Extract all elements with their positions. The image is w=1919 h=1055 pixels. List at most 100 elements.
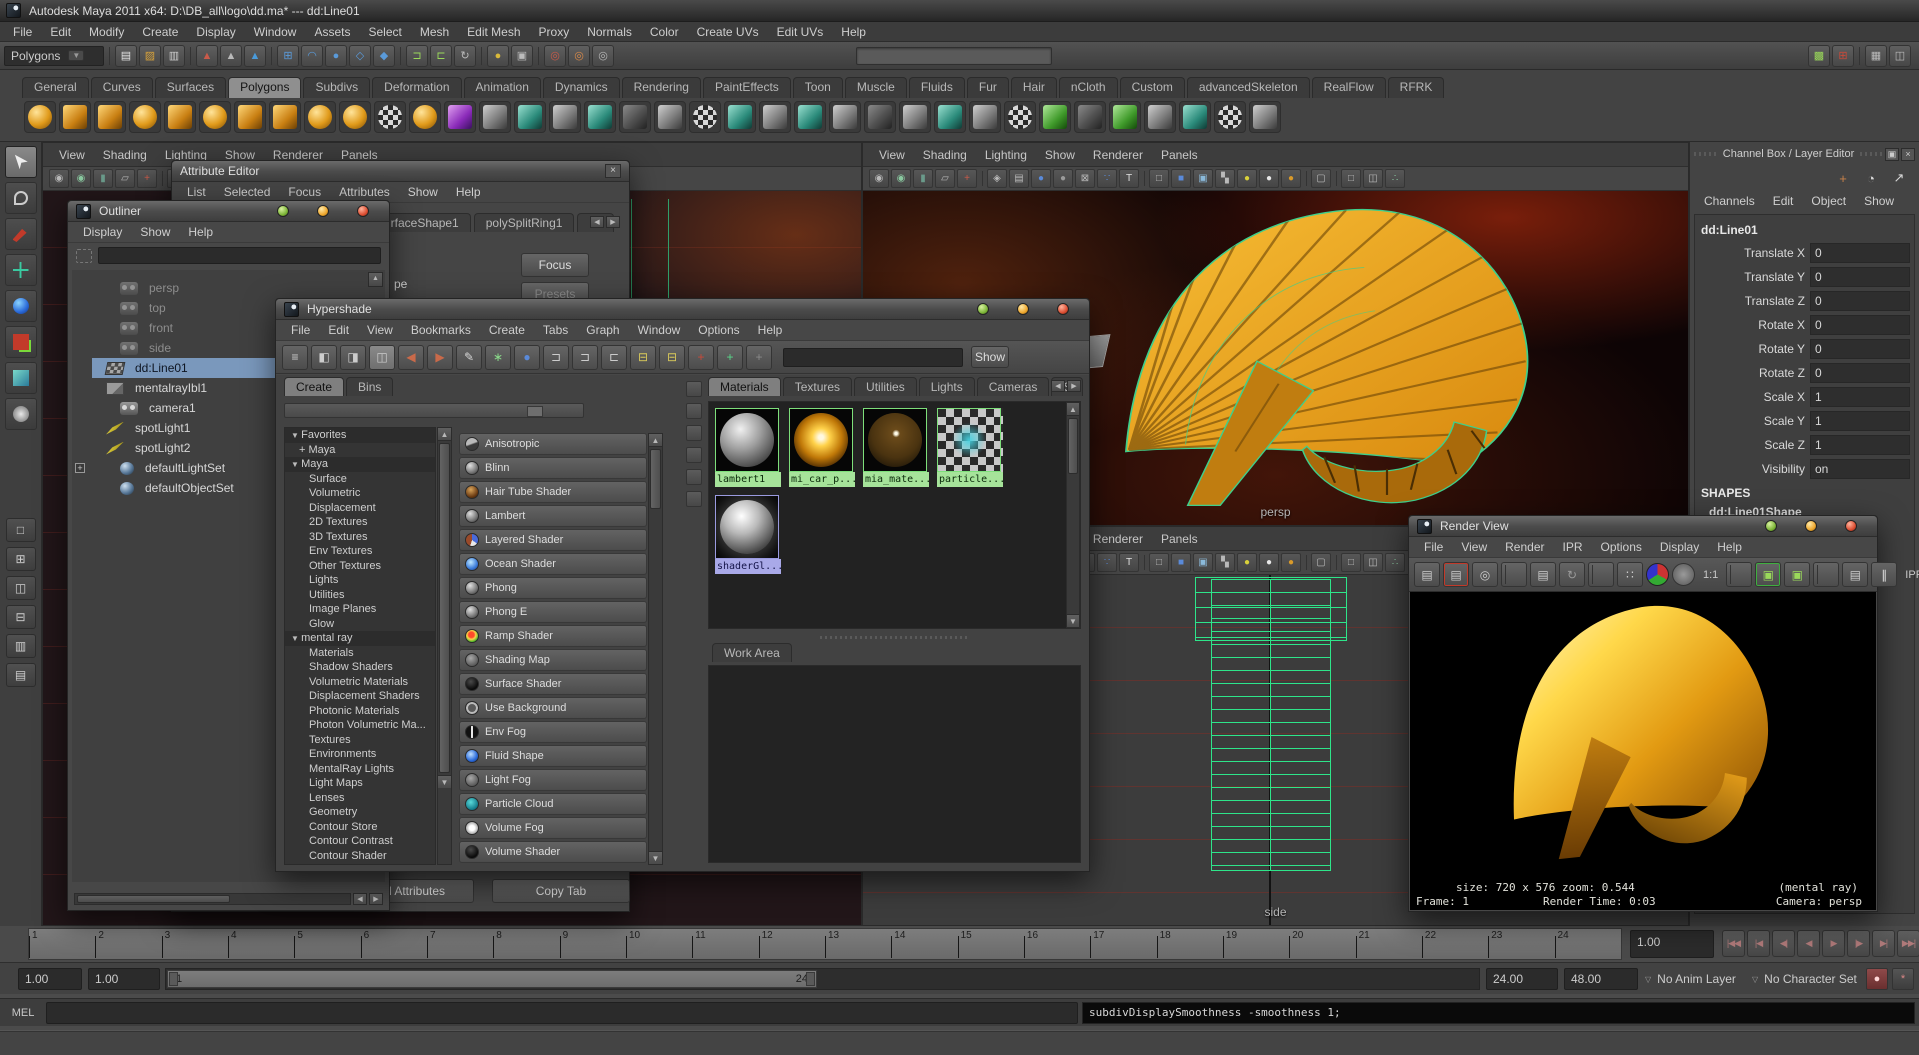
- material-category-tab[interactable]: Materials: [708, 377, 781, 396]
- scroll-up-icon[interactable]: ▲: [649, 434, 662, 447]
- snap-point-icon[interactable]: ●: [325, 45, 347, 67]
- attribute-editor-menu-item[interactable]: Focus: [279, 183, 330, 201]
- channel-box-menu-item[interactable]: Object: [1803, 192, 1854, 210]
- create-tree-item[interactable]: Glow: [285, 617, 435, 632]
- add-divisions-icon[interactable]: [1004, 101, 1036, 133]
- wireframe-icon[interactable]: □: [1149, 169, 1169, 188]
- current-time-field[interactable]: 1.00: [1630, 930, 1714, 958]
- shader-node-button[interactable]: Use Background: [459, 697, 647, 719]
- paint-select-tool[interactable]: [5, 218, 37, 250]
- new-scene-icon[interactable]: ▤: [115, 45, 137, 67]
- input-connections-icon[interactable]: ⊐: [406, 45, 428, 67]
- select-camera-icon[interactable]: ◉: [49, 169, 69, 188]
- swatch-scrollbar[interactable]: ▲ ▼: [1066, 402, 1080, 628]
- sep[interactable]: [979, 169, 985, 188]
- material-category-tab[interactable]: Cameras: [977, 377, 1050, 396]
- hypershade-menu-item[interactable]: File: [282, 321, 319, 339]
- channel-value-field[interactable]: 0: [1810, 315, 1910, 335]
- shader-node-button[interactable]: Particle Cloud: [459, 793, 647, 815]
- layout-split-icon[interactable]: ◫: [369, 345, 395, 370]
- layout-work-only-icon[interactable]: ◨: [340, 345, 366, 370]
- create-tree-item[interactable]: Env Textures: [285, 544, 435, 559]
- playback-end-field[interactable]: 24.00: [1486, 968, 1558, 990]
- shader-node-button[interactable]: Layered Shader: [459, 529, 647, 551]
- material-swatch[interactable]: particle...: [937, 408, 1003, 487]
- ipr-render-icon[interactable]: ◎: [568, 45, 590, 67]
- create-tree-item[interactable]: Lights: [285, 573, 435, 588]
- pin-selected-icon[interactable]: +: [688, 345, 714, 370]
- close-icon[interactable]: ×: [1901, 148, 1915, 161]
- render-view-menu-item[interactable]: Help: [1708, 538, 1751, 556]
- create-bar-filter-dropdown[interactable]: [284, 403, 584, 418]
- shelf-tab[interactable]: Hair: [1011, 77, 1057, 98]
- numeric-input-field[interactable]: [856, 47, 1052, 65]
- default-light-icon[interactable]: ●: [1259, 169, 1279, 188]
- viewport-menu-item[interactable]: View: [51, 147, 93, 163]
- hypershade-menu-item[interactable]: Help: [749, 321, 792, 339]
- lasso-tool[interactable]: [5, 182, 37, 214]
- close-icon[interactable]: [1845, 520, 1857, 532]
- timeline-frame[interactable]: 6: [361, 929, 427, 959]
- material-swatch[interactable]: shaderGl...: [715, 495, 781, 574]
- clear-graph-icon[interactable]: ✎: [456, 345, 482, 370]
- shader-node-button[interactable]: Blinn: [459, 457, 647, 479]
- resolution-gate-icon[interactable]: ●: [1031, 169, 1051, 188]
- panel-icon[interactable]: [686, 403, 702, 419]
- create-tree-item[interactable]: 3D Textures: [285, 530, 435, 545]
- poly-helix-icon[interactable]: [339, 101, 371, 133]
- channel-value-field[interactable]: 0: [1810, 363, 1910, 383]
- sep[interactable]: [1303, 169, 1309, 188]
- scroll-up-icon[interactable]: ▲: [438, 428, 451, 441]
- menu-item[interactable]: File: [4, 23, 41, 41]
- inactive-icon[interactable]: +: [746, 345, 772, 370]
- mirror-geometry-icon[interactable]: [1249, 101, 1281, 133]
- shelf-tab[interactable]: Custom: [1120, 77, 1185, 98]
- shader-node-button[interactable]: Phong: [459, 577, 647, 599]
- channel-value-field[interactable]: 1: [1810, 411, 1910, 431]
- create-tree-item[interactable]: Lenses: [285, 791, 435, 806]
- render-view-menu-item[interactable]: Render: [1496, 538, 1553, 556]
- outliner-item[interactable]: persp: [72, 278, 385, 298]
- shaded-icon[interactable]: ■: [1171, 169, 1191, 188]
- save-scene-icon[interactable]: ▥: [163, 45, 185, 67]
- spin-edge-icon[interactable]: [1144, 101, 1176, 133]
- channel-value-field[interactable]: 0: [1810, 291, 1910, 311]
- grease-pencil-icon[interactable]: ◈: [987, 169, 1007, 188]
- create-tree-item[interactable]: Materials: [285, 646, 435, 661]
- timeline-frame[interactable]: 12: [759, 929, 825, 959]
- viewport-menu-item[interactable]: Renderer: [1085, 147, 1151, 163]
- keep-image-icon[interactable]: ▤: [1842, 562, 1868, 587]
- close-icon[interactable]: [357, 205, 369, 217]
- sep[interactable]: [397, 45, 404, 67]
- step-forward-key-button[interactable]: |▶: [1847, 930, 1870, 957]
- mesh-extract-icon[interactable]: [584, 101, 616, 133]
- viewport-menu-item[interactable]: Shading: [95, 147, 155, 163]
- create-tree-item[interactable]: MentalRay Lights: [285, 762, 435, 777]
- hotbox-icon[interactable]: ▦: [1865, 45, 1887, 67]
- mesh-combine-icon[interactable]: [514, 101, 546, 133]
- scale-tool[interactable]: [5, 326, 37, 358]
- timeline-frame[interactable]: 22: [1422, 929, 1488, 959]
- minimize-icon[interactable]: [277, 205, 289, 217]
- multi-component-icon[interactable]: ◫: [1363, 553, 1383, 572]
- shader-node-button[interactable]: Surface Shader: [459, 673, 647, 695]
- shadows-icon[interactable]: ●: [1281, 169, 1301, 188]
- snap-grid-icon[interactable]: ⊞: [277, 45, 299, 67]
- panel-drag-handle[interactable]: [1694, 149, 1717, 159]
- sep[interactable]: [478, 45, 485, 67]
- timeline-frame[interactable]: 2: [95, 929, 161, 959]
- timeline-frame[interactable]: 11: [692, 929, 758, 959]
- animation-end-field[interactable]: 48.00: [1564, 968, 1638, 990]
- shelf-tab[interactable]: RFRK: [1388, 77, 1445, 98]
- viewport-menu-item[interactable]: Panels: [1153, 147, 1206, 163]
- sep[interactable]: [187, 45, 194, 67]
- xray-icon[interactable]: □: [1341, 553, 1361, 572]
- menu-item[interactable]: Window: [245, 23, 306, 41]
- panel-drag-handle[interactable]: [1860, 149, 1883, 159]
- checker-icon[interactable]: ▚: [1215, 169, 1235, 188]
- isolate-select-icon[interactable]: ▢: [1311, 553, 1331, 572]
- joint-xray-icon[interactable]: ∴: [1385, 553, 1405, 572]
- channel-value-field[interactable]: 0: [1810, 243, 1910, 263]
- xray-icon[interactable]: □: [1341, 169, 1361, 188]
- create-tree-item[interactable]: Image Planes: [285, 602, 435, 617]
